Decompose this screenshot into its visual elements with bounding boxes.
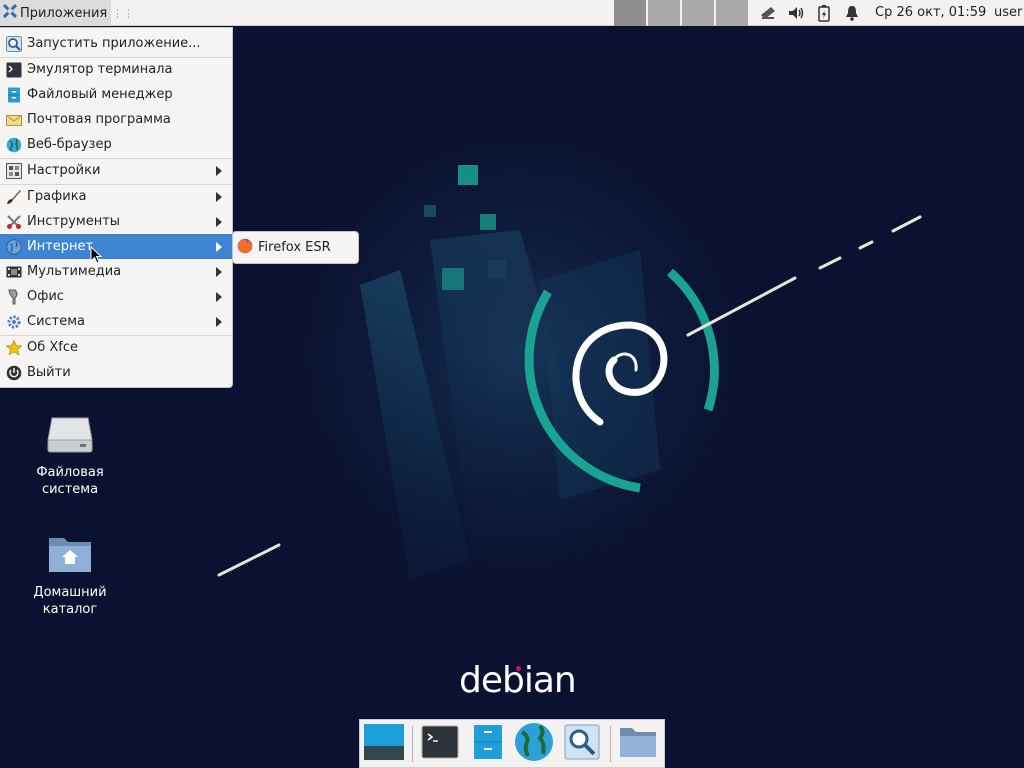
system-tray [758,0,870,26]
terminal-icon [421,724,459,764]
menu-item-multimedia[interactable]: Мультимедиа [0,259,232,284]
submenu-arrow-icon [216,217,222,227]
workspace-2[interactable] [648,0,680,26]
web-browser-icon [514,722,554,766]
clock[interactable]: Ср 26 окт, 01:59 [875,5,986,20]
notification-bell-icon[interactable] [842,3,862,23]
network-icon[interactable] [758,3,778,23]
bottom-dock [359,719,665,768]
multimedia-icon [5,263,23,281]
volume-icon[interactable] [786,3,806,23]
desktop-icon-home[interactable]: Домашний каталог [20,532,120,618]
desktop-icon-label: Файловая система [36,465,104,497]
menu-item-label: Настройки [27,163,101,178]
menu-item-label: Запустить приложение... [27,36,201,51]
submenu-item-label: Firefox ESR [258,240,331,255]
menu-item-mail[interactable]: Почтовая программа [0,107,232,132]
menu-item-web-browser[interactable]: Веб-браузер [0,132,232,157]
mail-icon [5,111,23,129]
workspace-1[interactable] [614,0,646,26]
dock-terminal[interactable] [418,723,462,765]
settings-icon [5,162,23,180]
submenu-item-firefox[interactable]: Firefox ESR [237,238,331,258]
menu-item-file-manager[interactable]: Файловый менеджер [0,82,232,107]
app-finder-icon [563,724,601,764]
menu-item-logout[interactable]: Выйти [0,360,232,385]
submenu-arrow-icon [216,317,222,327]
logout-icon [5,364,23,382]
about-star-icon [5,339,23,357]
dock-web-browser[interactable] [512,723,556,765]
debian-logo-dot [516,666,521,671]
web-browser-icon [5,136,23,154]
top-panel: Приложения ⋮⋮ Ср 26 окт, 01:59 user [0,0,1024,26]
battery-icon[interactable] [814,3,834,23]
menu-item-system[interactable]: Система [0,309,232,334]
home-folder-icon [46,532,94,580]
desktop-icon-label: Домашний каталог [33,585,107,617]
submenu-arrow-icon [216,242,222,252]
dock-folder[interactable] [616,723,660,765]
menu-item-label: Эмулятор терминала [27,62,173,77]
workspace-switcher [614,0,750,26]
drive-icon [46,412,94,460]
dock-app-finder[interactable] [560,723,604,765]
submenu-arrow-icon [216,192,222,202]
menu-item-tools[interactable]: Инструменты [0,209,232,234]
graphics-icon [5,188,23,206]
applications-menu: Запустить приложение... Эмулятор термина… [0,27,233,388]
submenu-arrow-icon [216,292,222,302]
desktop-icon-filesystem[interactable]: Файловая система [20,412,120,498]
dock-separator [610,726,611,762]
menu-item-run-app[interactable]: Запустить приложение... [0,31,232,56]
show-desktop-icon [363,722,405,766]
dock-separator [412,726,413,762]
menu-item-terminal[interactable]: Эмулятор терминала [0,57,232,82]
folder-icon [618,725,658,763]
menu-item-about-xfce[interactable]: Об Xfce [0,335,232,360]
terminal-icon [5,61,23,79]
menu-item-label: Графика [27,189,87,204]
applications-menu-label: Приложения [20,5,108,21]
file-manager-icon [472,724,504,764]
menu-item-label: Об Xfce [27,340,79,355]
dock-file-manager[interactable] [466,723,510,765]
tools-icon [5,213,23,231]
menu-item-office[interactable]: Офис [0,284,232,309]
menu-item-label: Веб-браузер [27,137,112,152]
menu-item-label: Выйти [27,365,71,380]
menu-item-settings[interactable]: Настройки [0,158,232,183]
applications-menu-button[interactable]: Приложения [0,0,111,26]
user-menu[interactable]: user [994,5,1022,20]
firefox-icon [237,238,253,258]
internet-submenu: Firefox ESR [232,231,359,264]
xfce-logo-icon [2,3,18,22]
workspace-3[interactable] [682,0,714,26]
submenu-arrow-icon [216,166,222,176]
system-icon [5,313,23,331]
menu-item-label: Офис [27,289,64,304]
menu-item-label: Система [27,314,86,329]
menu-item-graphics[interactable]: Графика [0,184,232,209]
submenu-arrow-icon [216,267,222,277]
workspace-4[interactable] [716,0,748,26]
panel-handle-icon: ⋮⋮ [112,7,134,20]
menu-item-label: Файловый менеджер [27,87,173,102]
menu-item-label: Интернет [27,239,94,254]
menu-item-label: Мультимедиа [27,264,122,279]
menu-item-label: Почтовая программа [27,112,171,127]
search-app-icon [5,35,23,53]
menu-item-label: Инструменты [27,214,121,229]
file-manager-icon [5,86,23,104]
mouse-cursor-icon [90,246,103,264]
office-icon [5,288,23,306]
menu-item-internet[interactable]: Интернет [0,234,232,259]
dock-show-desktop[interactable] [362,723,406,765]
internet-icon [5,238,23,256]
